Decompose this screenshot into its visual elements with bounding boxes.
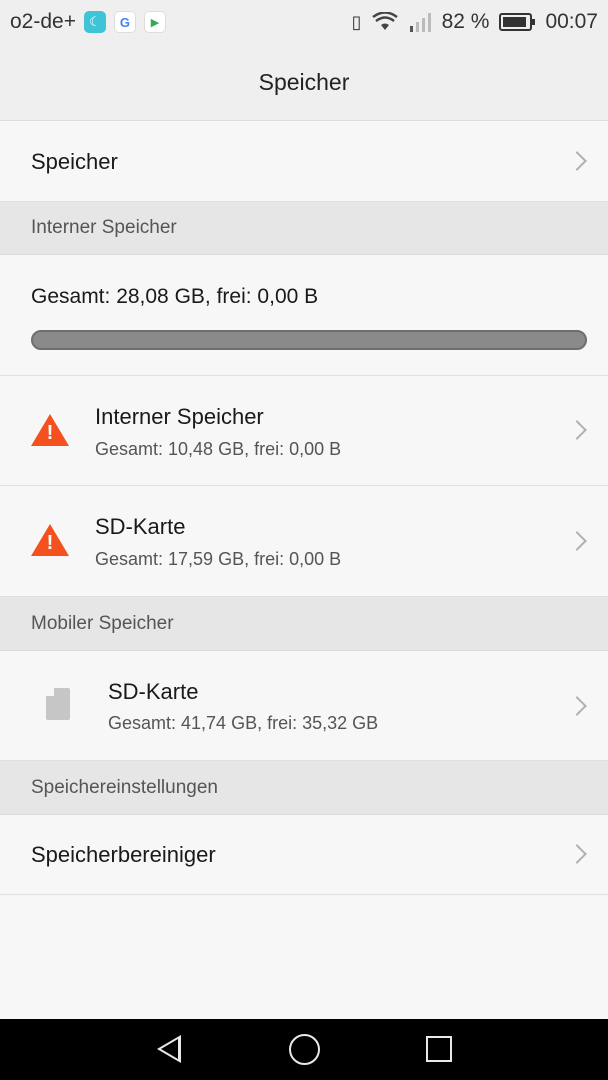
chevron-right-icon xyxy=(567,531,587,551)
section-internal-storage: Interner Speicher xyxy=(0,202,608,255)
storage-progress-bar xyxy=(31,330,587,350)
vibrate-icon: ▯ xyxy=(351,11,362,32)
carrier-label: o2-de+ xyxy=(10,10,76,33)
google-icon: G xyxy=(113,11,136,33)
wifi-icon xyxy=(371,12,398,30)
page-title: Speicher xyxy=(0,44,608,121)
moon-app-icon: ☾ xyxy=(83,11,106,33)
sd-card-mobile-title: SD-Karte xyxy=(108,679,199,704)
total-storage-row: Gesamt: 28,08 GB, frei: 0,00 B xyxy=(0,255,608,376)
home-icon[interactable] xyxy=(289,1034,320,1065)
total-storage-label: Gesamt: 28,08 GB, frei: 0,00 B xyxy=(31,285,319,308)
storage-row[interactable]: Speicher xyxy=(0,122,608,202)
sd-card-internal-subtitle: Gesamt: 17,59 GB, frei: 0,00 B xyxy=(95,549,342,569)
internal-storage-row[interactable]: ! Interner Speicher Gesamt: 10,48 GB, fr… xyxy=(0,376,608,486)
sd-card-internal-row[interactable]: ! SD-Karte Gesamt: 17,59 GB, frei: 0,00 … xyxy=(0,486,608,597)
storage-cleaner-title: Speicherbereiniger xyxy=(31,842,216,867)
chevron-right-icon xyxy=(567,420,587,440)
play-store-icon: ▶ xyxy=(143,11,166,33)
internal-storage-title: Interner Speicher xyxy=(95,404,264,429)
clock: 00:07 xyxy=(545,10,598,33)
battery-percent: 82 % xyxy=(441,10,490,33)
sd-card-mobile-subtitle: Gesamt: 41,74 GB, frei: 35,32 GB xyxy=(108,713,379,733)
back-icon-inner xyxy=(161,1039,178,1059)
chevron-right-icon xyxy=(567,151,587,171)
navigation-bar xyxy=(0,1019,608,1080)
warning-icon-mark: ! xyxy=(46,422,54,444)
internal-storage-subtitle: Gesamt: 10,48 GB, frei: 0,00 B xyxy=(95,439,342,459)
storage-cleaner-row[interactable]: Speicherbereiniger xyxy=(0,815,608,895)
sd-card-internal-title: SD-Karte xyxy=(95,514,186,539)
storage-row-label: Speicher xyxy=(31,149,118,174)
sd-card-icon xyxy=(46,688,70,720)
recent-apps-icon[interactable] xyxy=(426,1036,452,1062)
section-storage-settings: Speichereinstellungen xyxy=(0,761,608,815)
warning-icon-mark: ! xyxy=(46,532,54,554)
sd-card-mobile-row[interactable]: SD-Karte Gesamt: 41,74 GB, frei: 35,32 G… xyxy=(0,651,608,761)
status-bar: o2-de+ ☾ G ▶ ▯ 82 % 00:07 xyxy=(0,0,608,44)
chevron-right-icon xyxy=(567,844,587,864)
battery-icon xyxy=(499,13,536,31)
signal-icon xyxy=(409,13,431,32)
chevron-right-icon xyxy=(567,696,587,716)
section-mobile-storage: Mobiler Speicher xyxy=(0,597,608,651)
